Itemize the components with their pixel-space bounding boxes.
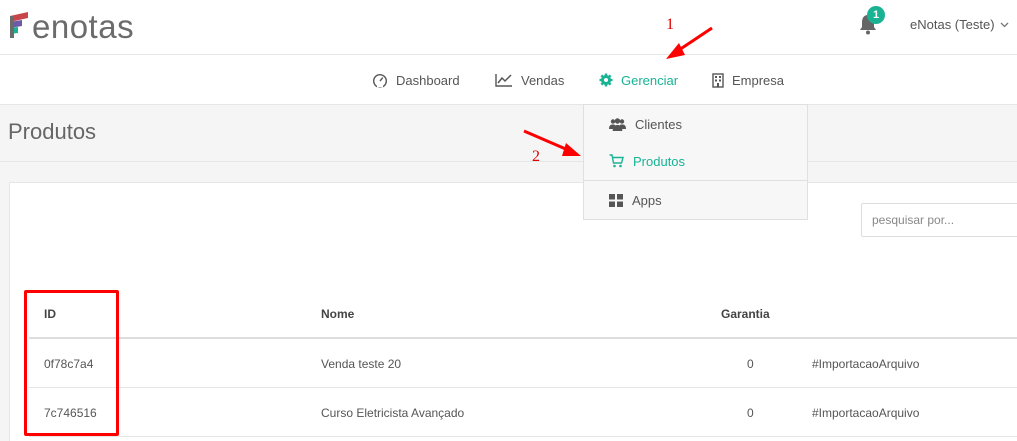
nav-item-dashboard[interactable]: Dashboard	[372, 55, 460, 105]
user-menu-label: eNotas (Teste)	[910, 17, 995, 32]
nav-label: Dashboard	[396, 72, 460, 88]
row-divider	[29, 436, 1017, 437]
dropdown-item-clientes[interactable]: Clientes	[584, 105, 807, 143]
nav-item-vendas[interactable]: Vendas	[495, 55, 564, 105]
gear-icon	[599, 73, 613, 87]
users-icon	[609, 117, 626, 131]
chevron-down-icon	[1000, 22, 1009, 27]
cell-nome[interactable]: Venda teste 20	[321, 357, 401, 371]
dashboard-gauge-icon	[373, 73, 387, 88]
cell-garantia: 0	[747, 406, 754, 420]
nav-label: Gerenciar	[621, 72, 679, 88]
id-column-highlight-box	[24, 290, 119, 436]
row-divider	[29, 387, 1017, 388]
dropdown-item-label: Produtos	[633, 153, 686, 169]
dropdown-item-apps[interactable]: Apps	[584, 181, 807, 219]
dropdown-item-label: Clientes	[635, 116, 682, 132]
annotation-step-2: 2	[532, 148, 540, 165]
page-header: Produtos	[0, 105, 1017, 162]
column-header-garantia[interactable]: Garantia	[721, 307, 770, 321]
user-menu[interactable]: eNotas (Teste)	[910, 17, 1009, 32]
nav-item-gerenciar[interactable]: Gerenciar	[599, 55, 678, 105]
column-header-nome[interactable]: Nome	[321, 307, 354, 321]
shopping-cart-icon	[609, 154, 624, 168]
main-nav: Dashboard Vendas Gerenciar Empresa	[0, 55, 1017, 105]
cell-garantia: 0	[747, 357, 754, 371]
nav-item-empresa[interactable]: Empresa	[712, 55, 784, 105]
search-input[interactable]	[861, 203, 1017, 237]
logo-mark-icon	[10, 12, 28, 38]
page-title: Produtos	[8, 119, 97, 144]
dropdown-item-label: Apps	[632, 192, 662, 208]
nav-label: Vendas	[521, 72, 565, 88]
gerenciar-dropdown-menu: Clientes Produtos Apps	[583, 104, 808, 220]
dropdown-item-produtos[interactable]: Produtos	[584, 142, 807, 180]
cell-nome[interactable]: Curso Eletricista Avançado	[321, 406, 464, 420]
cell-tag: #ImportacaoArquivo	[812, 357, 920, 371]
grid-icon	[609, 193, 623, 207]
line-chart-icon	[495, 74, 512, 87]
cell-tag: #ImportacaoArquivo	[812, 406, 920, 420]
building-icon	[712, 72, 724, 88]
annotation-step-1: 1	[666, 16, 674, 33]
notification-badge[interactable]: 1	[867, 6, 885, 24]
products-card: ID Nome Garantia 0f78c7a4 Venda teste 20…	[9, 182, 1017, 441]
enotas-logo[interactable]: enotas	[8, 6, 134, 46]
table-header-divider	[29, 337, 1017, 339]
nav-label: Empresa	[732, 72, 785, 88]
logo-text: enotas	[32, 7, 135, 45]
top-bar: enotas 1 eNotas (Teste)	[0, 0, 1017, 55]
